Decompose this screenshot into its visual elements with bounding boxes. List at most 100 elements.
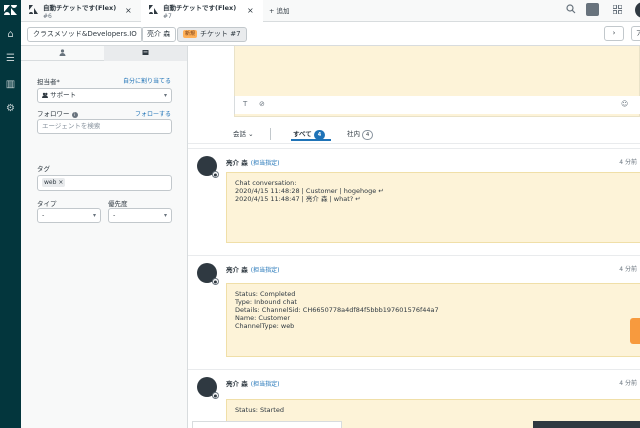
submit-bar[interactable] [533, 421, 640, 428]
message-line: Type: Inbound chat [235, 298, 297, 306]
author-name[interactable]: 亮介 森 [226, 380, 248, 388]
author-name[interactable]: 亮介 森 [226, 266, 248, 274]
conversation-message: ● 亮介 森 (担当指定) 4 分前 Status: Completed Type… [188, 255, 640, 373]
message-line: ChannelType: web [235, 322, 295, 330]
chevron-down-icon: ▾ [163, 212, 167, 219]
breadcrumb-ticket[interactable]: 新規 チケット #7 [177, 27, 247, 42]
filter-internal[interactable]: 社内 4 [347, 128, 374, 140]
tab-ticket-6[interactable]: 自動チケットです(Flex) #6 × [21, 0, 141, 22]
breadcrumb-org[interactable]: クラスメソッド&Developers.IO [27, 27, 143, 42]
reporting-icon[interactable]: ▥ [3, 78, 18, 91]
macro-bar[interactable] [192, 421, 342, 428]
author-role: (担当指定) [250, 267, 280, 274]
filter-conversation-label: 会話 [233, 130, 246, 138]
assignee-label: 担当者* [37, 78, 60, 86]
followers-label: フォロワー i [37, 108, 78, 118]
priority-label: 優先度 [108, 200, 128, 208]
message-author: 亮介 森 (担当指定) [226, 264, 279, 274]
zendesk-tab-icon [29, 5, 38, 14]
author-role: (担当指定) [250, 160, 280, 167]
message-line: Name: Customer [235, 314, 291, 322]
ticket-icon [142, 50, 149, 55]
top-tab-bar: 自動チケットです(Flex) #6 × 自動チケットです(Flex) #7 × … [21, 0, 640, 22]
user-badge-icon: ● [212, 171, 219, 178]
tag-chip[interactable]: web × [42, 178, 66, 187]
close-tab-icon[interactable]: × [247, 6, 254, 15]
add-tab-button[interactable]: + 追加 [269, 5, 290, 15]
close-tab-icon[interactable]: × [125, 6, 132, 15]
message-line: Status: Started [235, 406, 284, 414]
count-badge: 4 [362, 130, 374, 140]
breadcrumb-user[interactable]: 亮介 森 [141, 27, 177, 42]
author-role: (担当指定) [250, 381, 280, 388]
status-badge: 新規 [183, 30, 198, 38]
user-icon [59, 49, 66, 56]
avatar[interactable] [635, 2, 640, 18]
composer-toolbar: T ⊘ ☺ [234, 96, 640, 114]
zendesk-logo-icon[interactable] [4, 5, 17, 15]
message-line: 2020/4/15 11:48:28 | Customer | hogehoge… [235, 187, 384, 195]
message-body: Chat conversation: 2020/4/15 11:48:28 | … [226, 172, 640, 243]
chevron-down-icon: ⌄ [248, 130, 254, 138]
text-format-icon[interactable]: T [243, 100, 247, 108]
tab-ticket[interactable] [104, 46, 187, 61]
conversation-message: ● 亮介 森 (担当指定) 4 分前 Chat conversation: 202… [188, 148, 640, 246]
assign-to-me-link[interactable]: 自分に割り当てる [123, 76, 171, 85]
next-button[interactable]: › [604, 26, 624, 41]
message-author: 亮介 森 (担当指定) [226, 157, 279, 167]
group-icon [42, 92, 48, 98]
user-badge-icon: ● [212, 278, 219, 285]
filter-divider [270, 128, 271, 140]
tags-input[interactable]: web × [37, 175, 172, 191]
type-value: - [42, 211, 45, 219]
info-icon[interactable]: i [71, 112, 78, 118]
grid-icon[interactable] [613, 5, 622, 14]
message-line: Chat conversation: [235, 179, 297, 187]
breadcrumb-ticket-label: チケット #7 [200, 30, 241, 38]
tag-chip-label: web [44, 179, 57, 186]
chevron-down-icon: ▾ [92, 212, 96, 219]
tags-label: タグ [37, 165, 50, 173]
chevron-down-icon: ▾ [163, 92, 167, 99]
admin-icon[interactable]: ⚙ [3, 102, 18, 115]
message-time: 4 分前 [619, 159, 637, 166]
filter-conversation[interactable]: 会話 ⌄ [233, 128, 254, 138]
filter-all-label: すべて [293, 130, 312, 138]
zendesk-tab-icon [149, 5, 158, 14]
home-icon[interactable]: ⌂ [3, 28, 18, 41]
feedback-tab[interactable] [630, 318, 640, 344]
conversation-pane: T ⊘ ☺ 会話 ⌄ すべて 4 社内 4 ● 亮介 森 (担当指定) 4 分前 Ch… [188, 46, 640, 428]
apps-icon[interactable] [586, 3, 599, 16]
author-name[interactable]: 亮介 森 [226, 159, 248, 167]
conversation-filters: 会話 ⌄ すべて 4 社内 4 [188, 122, 640, 144]
views-icon[interactable]: ☰ [3, 52, 18, 65]
assignee-value: サポート [50, 91, 77, 99]
message-body: Status: Completed Type: Inbound chat Det… [226, 283, 640, 357]
message-line: Details: ChannelSid: CH6650778a4df84f5bb… [235, 306, 439, 314]
type-label: タイプ [37, 200, 57, 208]
tab-user[interactable] [21, 46, 104, 61]
tab-ticket-7[interactable]: 自動チケットです(Flex) #7 × [141, 0, 263, 22]
assignee-select[interactable]: サポート ▾ [37, 88, 172, 103]
conversation-message: ● 亮介 森 (担当指定) 4 分前 Status: Started [188, 369, 640, 428]
message-time: 4 分前 [619, 380, 637, 387]
active-filter-indicator [291, 139, 331, 141]
message-author: 亮介 森 (担当指定) [226, 378, 279, 388]
search-icon[interactable] [566, 4, 576, 14]
follow-link[interactable]: フォローする [135, 109, 171, 118]
properties-tabs [21, 46, 188, 61]
priority-select[interactable]: - ▾ [108, 208, 172, 223]
follower-search-input[interactable]: エージェントを検索 [37, 119, 172, 134]
ticket-properties-panel: 担当者* 自分に割り当てる サポート ▾ フォロワー i フォローする エージェ… [21, 46, 188, 428]
emoji-icon[interactable]: ☺ [621, 100, 628, 108]
attachment-icon[interactable]: ⊘ [259, 100, 265, 108]
breadcrumb: クラスメソッド&Developers.IO 亮介 森 新規 チケット #7 › ア… [21, 22, 640, 46]
filter-internal-label: 社内 [347, 130, 360, 138]
message-line: Status: Completed [235, 290, 296, 298]
message-line: 2020/4/15 11:48:47 | 亮介 森 | what? ↵ [235, 195, 361, 203]
priority-value: - [113, 211, 116, 219]
type-select[interactable]: - ▾ [37, 208, 101, 223]
message-time: 4 分前 [619, 266, 637, 273]
followers-label-text: フォロワー [37, 110, 70, 118]
apps-button[interactable]: アプリ [631, 26, 640, 41]
